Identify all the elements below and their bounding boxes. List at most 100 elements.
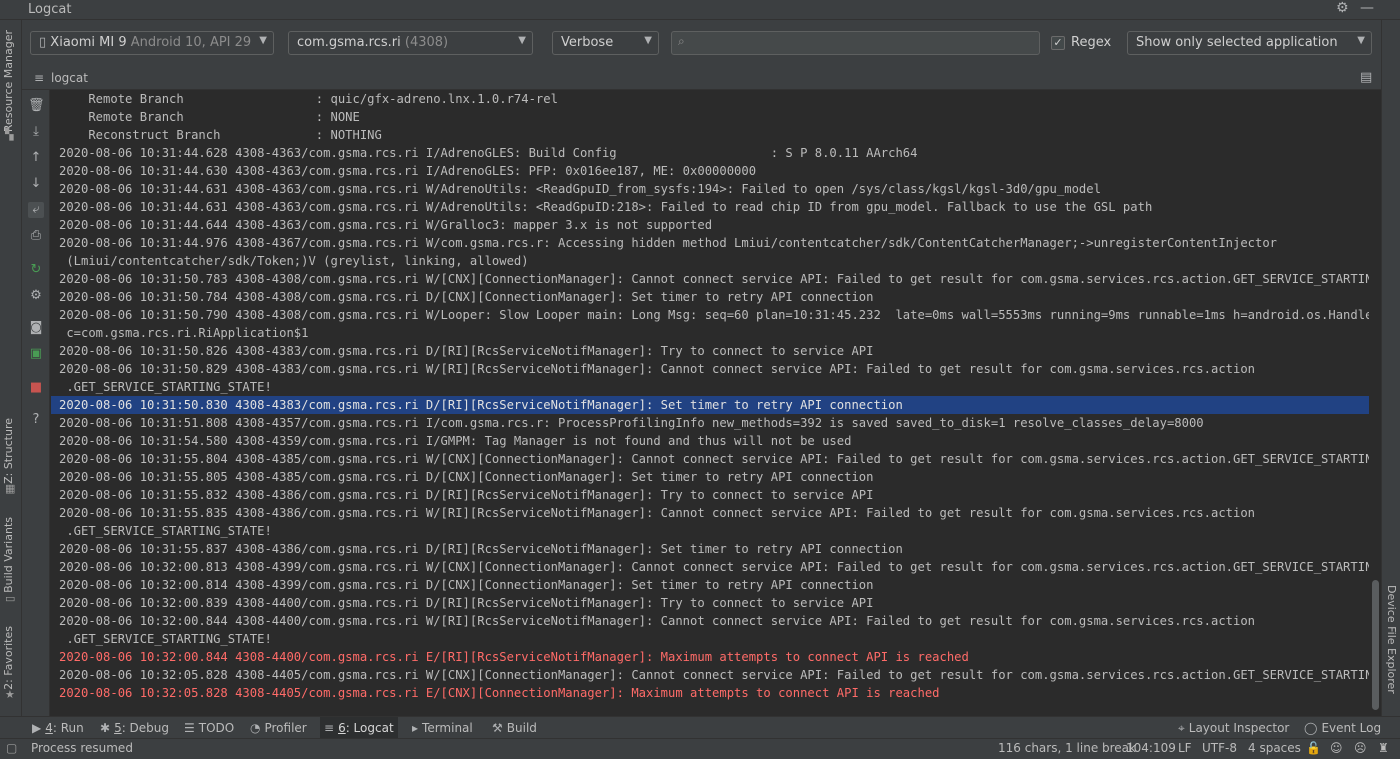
bottom-tool-window-bar: ▶ 4: Run ✱ 5: Debug ☰ TODO ◔ Profiler ≡ 6: Lo… bbox=[0, 716, 1400, 739]
tab-logcat[interactable]: ≡ 6: Logcat bbox=[320, 717, 398, 739]
process-selector[interactable]: com.gsma.rcs.ri (4308) ▼ bbox=[288, 31, 533, 55]
lines-icon: ≡ bbox=[34, 71, 45, 85]
app-filter-selector[interactable]: Show only selected application ▼ bbox=[1127, 31, 1372, 55]
log-line[interactable]: .GET_SERVICE_STARTING_STATE! bbox=[51, 522, 1369, 540]
arrow-down-icon[interactable]: ↓ bbox=[28, 176, 44, 192]
log-line[interactable]: 2020-08-06 10:31:51.808 4308-4357/com.gs… bbox=[51, 414, 1369, 432]
caret-position[interactable]: 104:109 bbox=[1126, 741, 1176, 755]
status-message: Process resumed bbox=[31, 741, 133, 755]
log-line[interactable]: 2020-08-06 10:32:00.813 4308-4399/com.gs… bbox=[51, 558, 1369, 576]
tab-logcat-label: : Logcat bbox=[345, 721, 394, 735]
log-line[interactable]: 2020-08-06 10:31:44.628 4308-4363/com.gs… bbox=[51, 144, 1369, 162]
arrow-up-icon[interactable]: ↑ bbox=[28, 150, 44, 166]
tab-structure[interactable]: Z: Structure bbox=[2, 418, 15, 484]
regex-checkbox[interactable]: ✓ bbox=[1051, 36, 1065, 50]
log-line[interactable]: 2020-08-06 10:31:50.784 4308-4308/com.gs… bbox=[51, 288, 1369, 306]
log-line[interactable]: 2020-08-06 10:31:44.631 4308-4363/com.gs… bbox=[51, 180, 1369, 198]
log-line[interactable]: 2020-08-06 10:31:50.829 4308-4383/com.gs… bbox=[51, 360, 1369, 378]
log-line[interactable]: 2020-08-06 10:31:50.783 4308-4308/com.gs… bbox=[51, 270, 1369, 288]
structure-icon: ▦ bbox=[5, 482, 16, 495]
tab-event-log-label: Event Log bbox=[1321, 721, 1382, 735]
log-line[interactable]: 2020-08-06 10:31:54.580 4308-4359/com.gs… bbox=[51, 432, 1369, 450]
smile-icon[interactable]: ☺ bbox=[1330, 741, 1343, 755]
gear-icon[interactable]: ⚙ bbox=[1336, 0, 1349, 16]
stop-icon[interactable]: ■ bbox=[28, 380, 44, 396]
panel-toggle-icon[interactable]: ▢ bbox=[6, 741, 17, 755]
log-line[interactable]: 2020-08-06 10:32:00.814 4308-4399/com.gs… bbox=[51, 576, 1369, 594]
tab-debug[interactable]: ✱ 5: Debug bbox=[96, 717, 173, 739]
log-line[interactable]: 2020-08-06 10:32:05.828 4308-4405/com.gs… bbox=[51, 666, 1369, 684]
log-line[interactable]: 2020-08-06 10:31:50.830 4308-4383/com.gs… bbox=[51, 396, 1369, 414]
log-line[interactable]: 2020-08-06 10:31:55.837 4308-4386/com.gs… bbox=[51, 540, 1369, 558]
logcat-side-toolbar: 🗑 ⤓ ↑ ↓ ⤶ ⎙ ↻ ⚙ ◙ ▣ ■ ? bbox=[22, 90, 50, 716]
log-line[interactable]: 2020-08-06 10:32:05.828 4308-4405/com.gs… bbox=[51, 684, 1369, 702]
run-icon: ▶ bbox=[32, 721, 42, 735]
log-line[interactable]: 2020-08-06 10:31:44.631 4308-4363/com.gs… bbox=[51, 198, 1369, 216]
logcat-filter-bar: ▯ Xiaomi MI 9 Android 10, API 29 ▼ com.g… bbox=[22, 20, 1381, 68]
inspector-icon[interactable]: ♜ bbox=[1378, 741, 1389, 755]
scroll-to-end-icon[interactable]: ⤓ bbox=[28, 124, 44, 140]
log-level-selector[interactable]: Verbose ▼ bbox=[552, 31, 659, 55]
tab-terminal[interactable]: ▸ Terminal bbox=[408, 717, 477, 739]
log-line[interactable]: 2020-08-06 10:31:50.790 4308-4308/com.gs… bbox=[51, 306, 1369, 324]
log-line[interactable]: .GET_SERVICE_STARTING_STATE! bbox=[51, 378, 1369, 396]
selection-info: 116 chars, 1 line break bbox=[998, 741, 1136, 755]
device-selector[interactable]: ▯ Xiaomi MI 9 Android 10, API 29 ▼ bbox=[30, 31, 274, 55]
tab-device-file-explorer[interactable]: Device File Explorer bbox=[1385, 585, 1398, 694]
logcat-output[interactable]: Remote Branch : quic/gfx-adreno.lnx.1.0.… bbox=[51, 90, 1369, 716]
help-icon[interactable]: ? bbox=[28, 412, 44, 428]
log-line[interactable]: 2020-08-06 10:32:00.844 4308-4400/com.gs… bbox=[51, 612, 1369, 630]
log-line[interactable]: 2020-08-06 10:31:50.826 4308-4383/com.gs… bbox=[51, 342, 1369, 360]
log-line[interactable]: Remote Branch : quic/gfx-adreno.lnx.1.0.… bbox=[51, 90, 1369, 108]
log-line[interactable]: 2020-08-06 10:31:55.835 4308-4386/com.gs… bbox=[51, 504, 1369, 522]
tab-run[interactable]: ▶ 4: Run bbox=[28, 717, 88, 739]
terminal-icon: ▸ bbox=[412, 721, 419, 735]
tab-favorites[interactable]: 2: Favorites bbox=[2, 626, 15, 690]
log-line[interactable]: Remote Branch : NONE bbox=[51, 108, 1369, 126]
tab-terminal-label: Terminal bbox=[422, 721, 473, 735]
tab-layout-inspector[interactable]: ⌖ Layout Inspector bbox=[1174, 717, 1293, 739]
log-line[interactable]: 2020-08-06 10:32:00.839 4308-4400/com.gs… bbox=[51, 594, 1369, 612]
lock-icon[interactable]: 🔓 bbox=[1306, 741, 1321, 755]
camera-icon[interactable]: ◙ bbox=[28, 320, 44, 336]
tab-build-label: Build bbox=[506, 721, 537, 735]
log-line[interactable]: 2020-08-06 10:31:55.832 4308-4386/com.gs… bbox=[51, 486, 1369, 504]
trash-icon[interactable]: 🗑 bbox=[28, 98, 45, 114]
tab-debug-key: 5 bbox=[114, 721, 122, 735]
star-icon: ★ bbox=[5, 688, 15, 701]
log-line[interactable]: 2020-08-06 10:31:44.976 4308-4367/com.gs… bbox=[51, 234, 1369, 252]
tab-build-variants[interactable]: Build Variants bbox=[2, 517, 15, 593]
log-line[interactable]: 2020-08-06 10:31:55.805 4308-4385/com.gs… bbox=[51, 468, 1369, 486]
scrollbar-thumb[interactable] bbox=[1372, 580, 1379, 710]
search-input[interactable]: ⌕ bbox=[671, 31, 1040, 55]
tab-build[interactable]: ⚒ Build bbox=[488, 717, 541, 739]
frown-icon[interactable]: ☹ bbox=[1354, 741, 1367, 755]
layout-icon[interactable]: ▤ bbox=[1360, 70, 1372, 85]
record-video-icon[interactable]: ▣ bbox=[28, 346, 44, 362]
tab-resource-manager[interactable]: Resource Manager bbox=[2, 30, 15, 132]
log-line[interactable]: 2020-08-06 10:31:44.630 4308-4363/com.gs… bbox=[51, 162, 1369, 180]
layout-inspector-icon: ⌖ bbox=[1178, 721, 1185, 735]
log-line[interactable]: Reconstruct Branch : NOTHING bbox=[51, 126, 1369, 144]
log-line[interactable]: (Lmiui/contentcatcher/sdk/Token;)V (grey… bbox=[51, 252, 1369, 270]
log-line[interactable]: 2020-08-06 10:32:00.844 4308-4400/com.gs… bbox=[51, 648, 1369, 666]
tab-profiler[interactable]: ◔ Profiler bbox=[246, 717, 311, 739]
print-icon[interactable]: ⎙ bbox=[28, 228, 44, 244]
minimize-icon[interactable]: — bbox=[1360, 0, 1374, 16]
tab-event-log[interactable]: ◯ Event Log bbox=[1300, 717, 1385, 739]
file-encoding[interactable]: UTF-8 bbox=[1202, 741, 1237, 755]
app-filter-value: Show only selected application bbox=[1136, 35, 1338, 50]
gear-icon[interactable]: ⚙ bbox=[28, 288, 44, 304]
status-bar: ▢ Process resumed 116 chars, 1 line brea… bbox=[0, 738, 1400, 759]
log-line[interactable]: 2020-08-06 10:31:44.644 4308-4363/com.gs… bbox=[51, 216, 1369, 234]
tab-todo[interactable]: ☰ TODO bbox=[180, 717, 238, 739]
log-line[interactable]: .GET_SERVICE_STARTING_STATE! bbox=[51, 630, 1369, 648]
list-icon: ☰ bbox=[184, 721, 195, 735]
log-line[interactable]: c=com.gsma.rcs.ri.RiApplication$1 bbox=[51, 324, 1369, 342]
soft-wrap-icon[interactable]: ⤶ bbox=[28, 202, 44, 218]
line-separator[interactable]: LF bbox=[1178, 741, 1192, 755]
indent-setting[interactable]: 4 spaces bbox=[1248, 741, 1301, 755]
restart-icon[interactable]: ↻ bbox=[28, 262, 44, 278]
logcat-tab-name[interactable]: logcat bbox=[51, 71, 88, 85]
log-line[interactable]: 2020-08-06 10:31:55.804 4308-4385/com.gs… bbox=[51, 450, 1369, 468]
